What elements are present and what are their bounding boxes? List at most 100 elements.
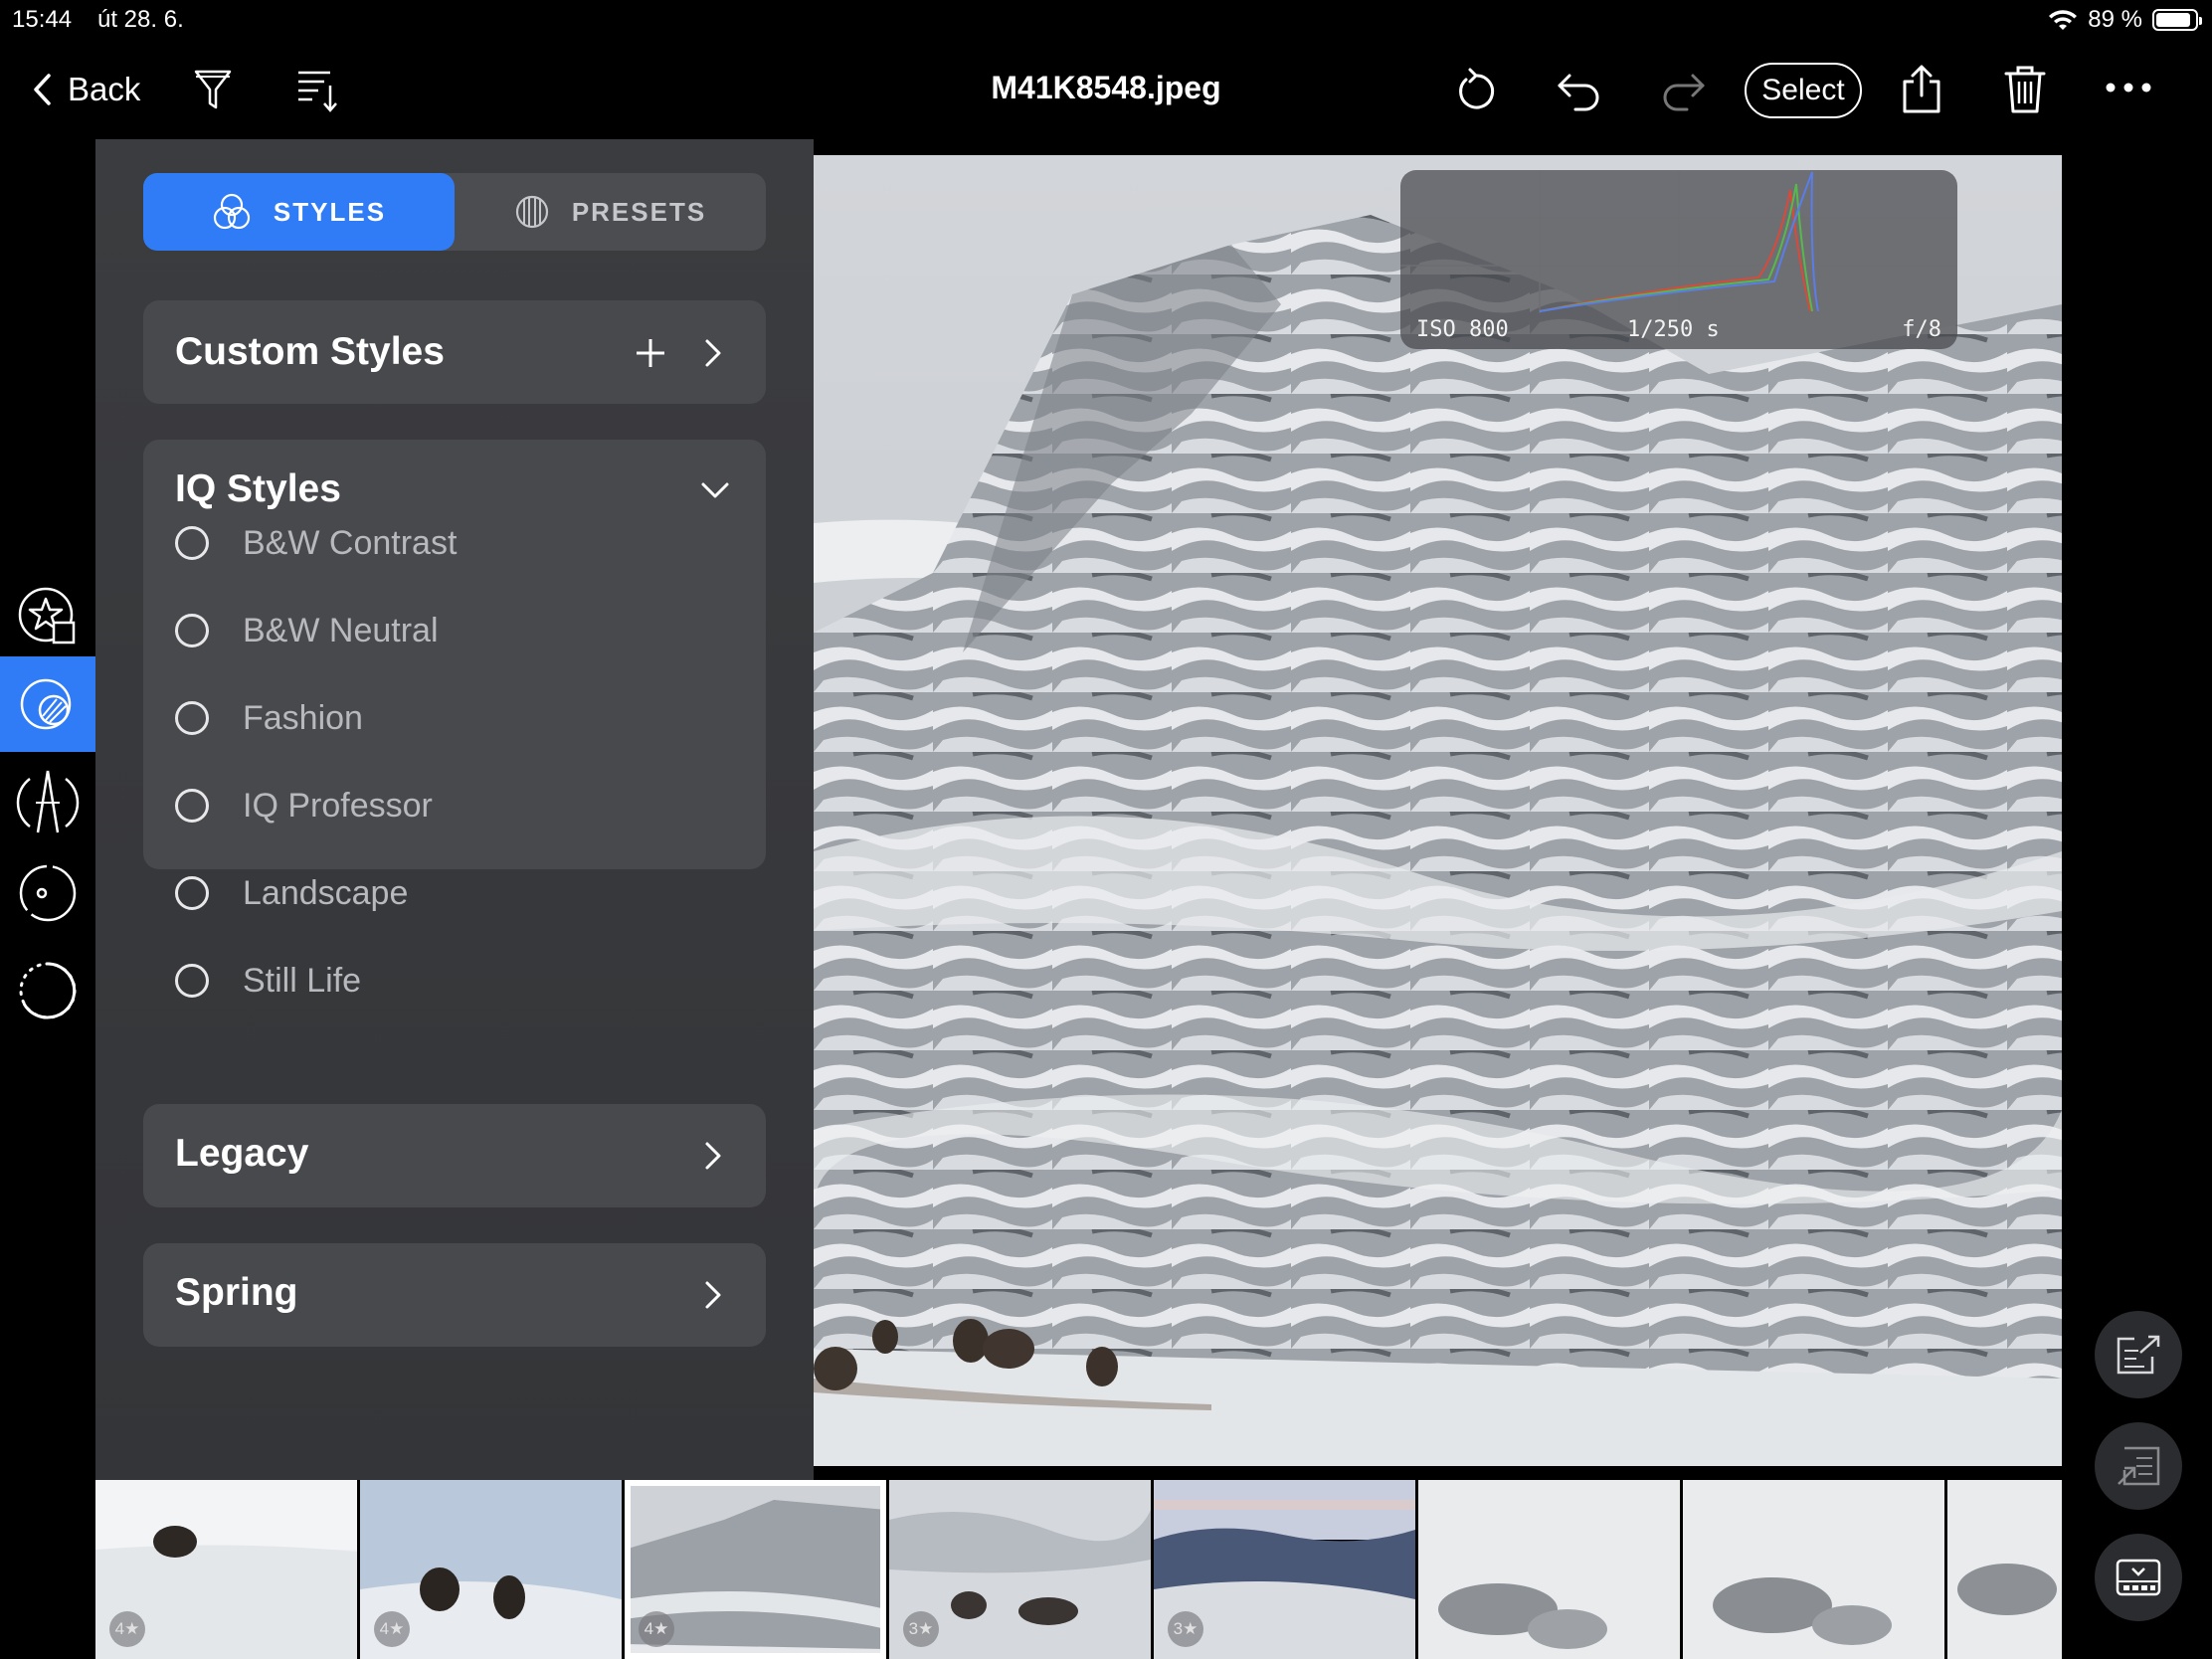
radio-button[interactable]	[175, 789, 209, 823]
filmstrip-thumbnail[interactable]: 3★	[889, 1480, 1151, 1659]
rotate-icon[interactable]	[1454, 66, 1498, 113]
rating-badge: 4★	[374, 1611, 410, 1647]
redo-icon[interactable]	[1659, 70, 1707, 111]
rating-badge: 3★	[1168, 1611, 1203, 1647]
lens-icon	[19, 864, 77, 922]
chevron-right-icon[interactable]	[704, 338, 722, 368]
more-icon[interactable]	[2105, 82, 2152, 93]
star-badge-icon	[18, 587, 76, 645]
iso-value: ISO 800	[1416, 317, 1509, 342]
histogram-overlay[interactable]: ISO 800 1/250 s f/8	[1400, 170, 1957, 349]
shutter-value: 1/250 s	[1627, 317, 1720, 342]
legacy-card[interactable]: Legacy	[143, 1104, 766, 1207]
back-button[interactable]: Back	[32, 40, 140, 139]
styles-presets-switch: STYLES PRESETS	[143, 173, 766, 251]
import-button[interactable]	[2095, 1422, 2182, 1510]
export-icon	[2117, 1335, 2160, 1375]
battery-icon	[2152, 9, 2202, 31]
thumbnail-image	[1683, 1480, 1944, 1659]
plus-icon[interactable]	[635, 337, 666, 369]
status-right: 89 %	[2048, 6, 2202, 34]
filmstrip: 4★ 4★ 4★ 3★ 3★	[95, 1480, 2062, 1659]
radio-button[interactable]	[175, 964, 209, 998]
chevron-right-icon[interactable]	[704, 1280, 722, 1310]
tab-presets-label: PRESETS	[571, 196, 707, 227]
spring-card[interactable]: Spring	[143, 1243, 766, 1347]
status-date: út 28. 6.	[97, 6, 184, 33]
wifi-icon	[2049, 10, 2078, 30]
share-icon[interactable]	[1900, 64, 1943, 115]
style-option[interactable]: B&W Neutral	[175, 601, 439, 660]
filmstrip-thumbnail[interactable]: 4★	[95, 1480, 357, 1659]
perspective-icon	[16, 770, 80, 833]
rail-adjust-button[interactable]	[0, 943, 95, 1038]
tab-styles-label: STYLES	[273, 196, 387, 227]
rail-lens-button[interactable]	[0, 845, 95, 941]
style-option[interactable]: Landscape	[175, 863, 408, 923]
filmstrip-thumbnail[interactable]	[1418, 1480, 1680, 1659]
chevron-right-icon[interactable]	[704, 1141, 722, 1171]
custom-styles-title: Custom Styles	[175, 330, 445, 373]
rail-rating-button[interactable]	[0, 569, 95, 664]
rail-transform-button[interactable]	[0, 754, 95, 849]
battery-percent: 89 %	[2088, 6, 2142, 33]
style-option-label: Fashion	[243, 698, 363, 737]
aperture-value: f/8	[1902, 317, 1941, 342]
styles-tab-icon	[213, 193, 251, 230]
filmstrip-thumbnail[interactable]: 3★	[1154, 1480, 1415, 1659]
custom-styles-card[interactable]: Custom Styles	[143, 300, 766, 404]
dial-icon	[19, 962, 77, 1019]
iq-styles-card: IQ Styles B&W Contrast B&W Neutral Fashi…	[143, 440, 766, 1000]
main-photo[interactable]	[814, 155, 2062, 1466]
tab-styles[interactable]: STYLES	[143, 173, 455, 251]
filmstrip-thumbnail[interactable]	[1683, 1480, 1944, 1659]
presets-tab-icon	[515, 195, 548, 229]
style-option-label: Still Life	[243, 961, 362, 1000]
trash-icon[interactable]	[2003, 64, 2047, 115]
status-bar: 15:44 út 28. 6. 89 %	[0, 0, 2212, 40]
radio-button[interactable]	[175, 876, 209, 910]
rating-badge: 4★	[639, 1611, 674, 1647]
radio-button[interactable]	[175, 701, 209, 735]
histogram-graph	[1400, 170, 1957, 313]
filmstrip-icon	[2116, 1559, 2161, 1596]
styles-icon	[20, 678, 72, 730]
undo-icon[interactable]	[1556, 70, 1603, 111]
style-option-label: B&W Contrast	[243, 523, 458, 562]
top-toolbar: Back M41K8548.jpeg Select	[0, 40, 2212, 139]
styles-panel: STYLES PRESETS Custom Styles IQ Styles B…	[95, 139, 814, 1480]
tab-presets[interactable]: PRESETS	[455, 173, 766, 251]
filmstrip-thumbnail[interactable]	[1947, 1480, 2062, 1659]
rail-styles-button[interactable]	[0, 656, 95, 752]
import-icon	[2118, 1446, 2160, 1486]
style-option-label: Landscape	[243, 873, 409, 912]
style-option[interactable]: Fashion	[175, 688, 363, 748]
radio-button[interactable]	[175, 526, 209, 560]
style-option[interactable]: IQ Professor	[175, 776, 433, 835]
export-button[interactable]	[2095, 1311, 2182, 1398]
style-option-label: B&W Neutral	[243, 611, 439, 649]
thumbnail-image	[1418, 1480, 1680, 1659]
thumbnail-image	[1947, 1480, 2062, 1659]
back-label: Back	[68, 71, 141, 107]
exif-bar: ISO 800 1/250 s f/8	[1400, 313, 1957, 349]
iq-styles-title[interactable]: IQ Styles	[175, 467, 341, 511]
filmstrip-thumbnail[interactable]: 4★	[360, 1480, 622, 1659]
status-time: 15:44	[12, 6, 73, 33]
select-button[interactable]: Select	[1745, 63, 1862, 118]
radio-button[interactable]	[175, 614, 209, 647]
style-option-label: IQ Professor	[243, 786, 433, 825]
chevron-left-icon	[34, 74, 51, 105]
chevron-down-icon[interactable]	[700, 481, 730, 499]
filter-icon[interactable]	[193, 68, 233, 111]
filmstrip-thumbnail-selected[interactable]: 4★	[625, 1480, 886, 1659]
tool-rail	[0, 139, 95, 1659]
rating-badge: 3★	[903, 1611, 939, 1647]
legacy-title: Legacy	[175, 1132, 309, 1175]
sort-icon[interactable]	[296, 68, 338, 113]
style-option[interactable]: B&W Contrast	[175, 513, 457, 573]
filmstrip-toggle-button[interactable]	[2095, 1534, 2182, 1621]
style-option[interactable]: Still Life	[175, 951, 361, 1011]
file-title[interactable]: M41K8548.jpeg	[991, 70, 1220, 105]
spring-title: Spring	[175, 1271, 298, 1314]
